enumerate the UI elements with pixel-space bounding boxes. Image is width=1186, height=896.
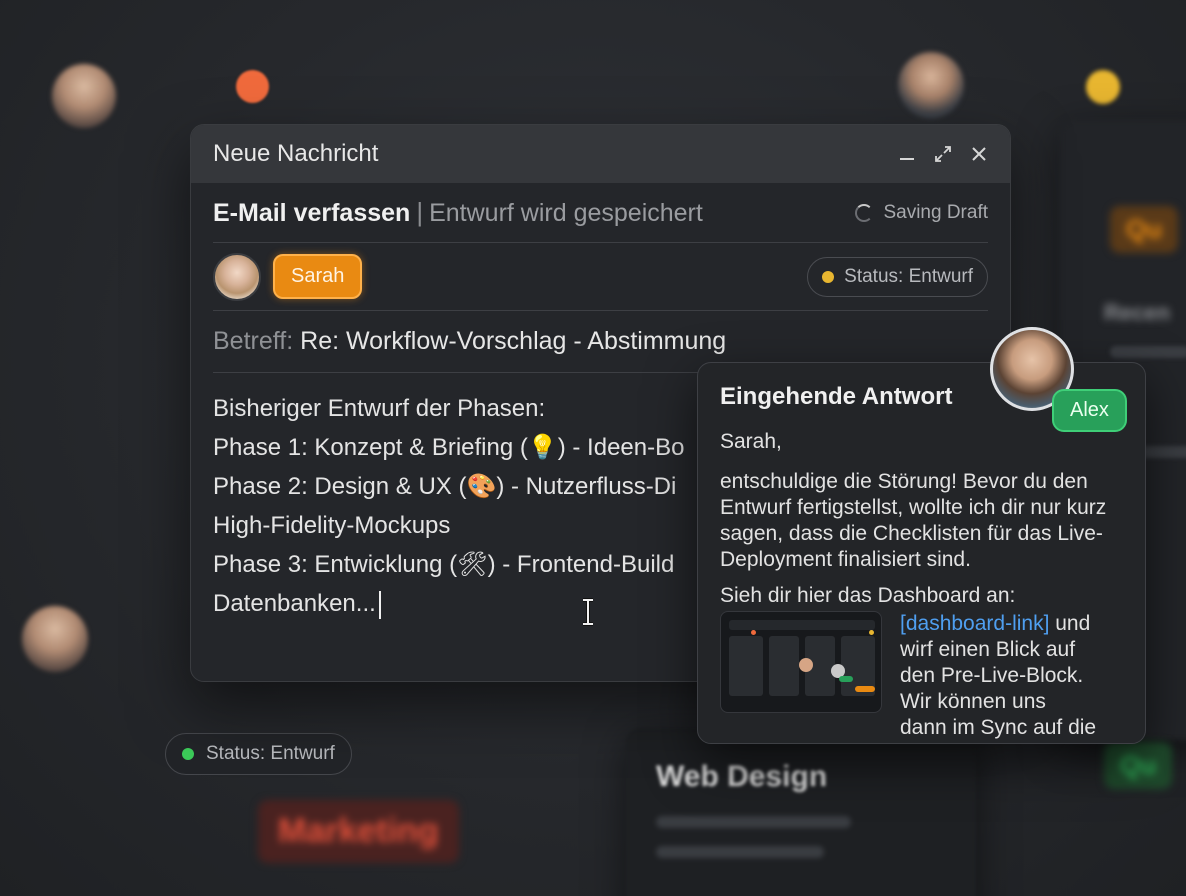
status-dot-yellow <box>822 270 835 283</box>
status-dot-green <box>182 748 194 760</box>
expand-icon[interactable] <box>934 145 952 163</box>
background-line <box>1110 346 1186 358</box>
subject-label: Betreff: <box>213 327 294 355</box>
dashboard-description: [dashboard-link] und wirf einen Blick au… <box>900 612 1097 739</box>
background-card-web-design: Web Design <box>626 728 976 896</box>
ibeam-cursor-icon <box>583 598 593 626</box>
body-line: Datenbanken... <box>213 590 376 617</box>
compose-titlebar: Neue Nachricht <box>191 125 1010 183</box>
orange-dot <box>236 70 269 103</box>
background-avatar-left <box>22 606 88 672</box>
dashboard-link[interactable]: [dashboard-link] <box>900 612 1049 635</box>
reply-paragraph: entschuldige die Störung! Bevor du den E… <box>720 470 1107 571</box>
background-card-line <box>656 816 851 828</box>
avatar <box>213 252 261 301</box>
saving-status: Saving Draft <box>883 201 988 223</box>
background-card-line <box>656 846 824 858</box>
status-label: Status: Entwurf <box>844 265 973 287</box>
window-title: Neue Nachricht <box>213 140 379 167</box>
status-badge: Status: Entwurf <box>807 256 988 297</box>
minimize-icon[interactable] <box>898 145 916 163</box>
compose-heading: E-Mail verfassen <box>213 199 411 227</box>
background-avatar-top-right <box>898 52 964 118</box>
dashboard-thumbnail[interactable] <box>720 611 882 713</box>
background-tag-right-bottom: Qu <box>1104 742 1173 789</box>
background-line <box>1140 446 1186 458</box>
recipient-chip[interactable]: Sarah <box>273 254 363 299</box>
background-tag-marketing: Marketing <box>258 800 459 863</box>
background-status-label: Status: Entwurf <box>206 743 335 764</box>
compose-subtitle: Entwurf wird gespeichert <box>429 199 703 227</box>
reply-greeting: Sarah, <box>720 430 782 453</box>
heading-separator: | <box>416 197 424 227</box>
background-card-title: Web Design <box>656 760 828 793</box>
spinner-icon <box>855 203 874 222</box>
window-controls <box>898 145 988 163</box>
yellow-dot <box>1086 70 1120 104</box>
dashboard-row: [dashboard-link] und wirf einen Blick au… <box>720 611 1123 741</box>
text-caret <box>378 590 381 619</box>
background-right-panel-label: Recen <box>1104 300 1171 325</box>
sender-chip[interactable]: Alex <box>1052 389 1127 432</box>
compose-header: E-Mail verfassen | Entwurf wird gespeicher… <box>213 183 988 243</box>
close-icon[interactable] <box>970 145 988 163</box>
recipient-row: Sarah Status: Entwurf <box>213 243 988 311</box>
subject-value[interactable]: Re: Workflow-Vorschlag - Abstimmung <box>300 327 726 356</box>
background-avatar-top-left <box>52 64 116 128</box>
dashboard-intro: Sieh dir hier das Dashboard an: <box>720 584 1016 607</box>
background-status-pill: Status: Entwurf <box>165 733 352 775</box>
background-tag-right-top: Qu <box>1110 206 1179 253</box>
saving-indicator: Saving Draft <box>855 202 988 224</box>
